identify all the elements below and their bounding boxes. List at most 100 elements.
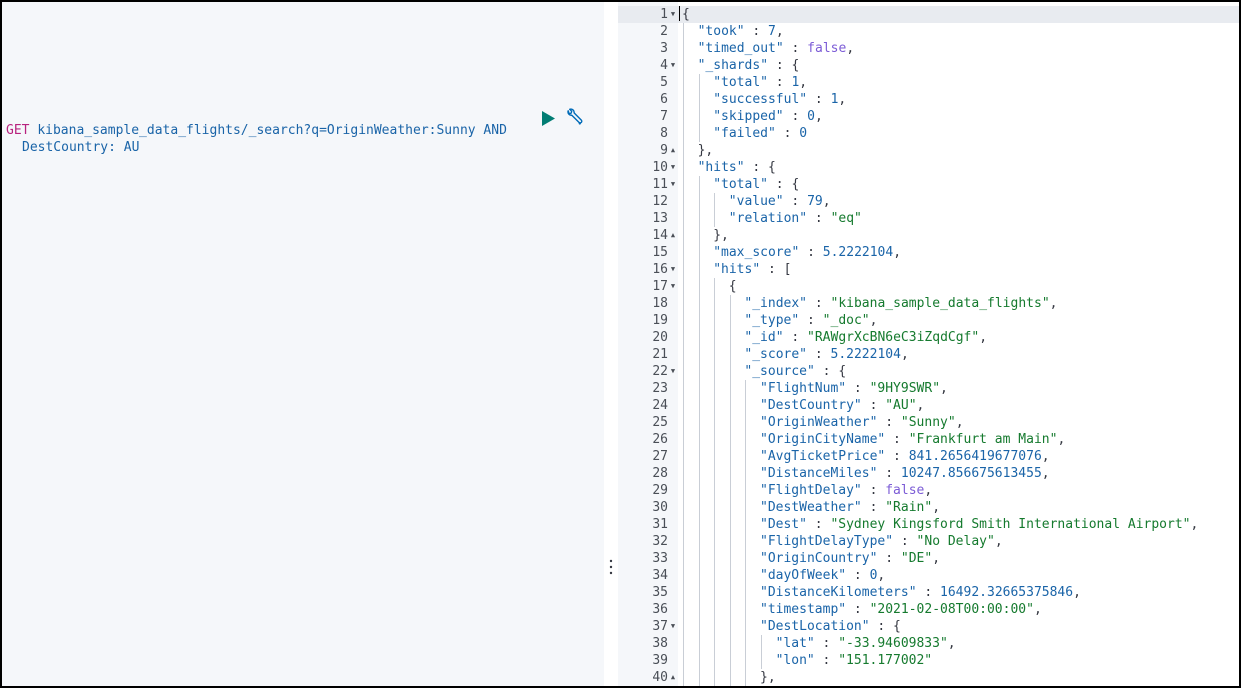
token: : [775, 126, 800, 141]
fold-arrow-down-icon[interactable]: ▼ [668, 278, 678, 295]
token: { [728, 279, 737, 294]
code-text: "timed_out" : false, [698, 40, 855, 57]
token: : [783, 109, 808, 124]
token: 79 [807, 194, 823, 209]
indent-guide [761, 635, 762, 669]
token: "relation" [728, 211, 808, 226]
indent-guide [698, 74, 700, 142]
request-line-2[interactable]: DestCountry: AU [22, 139, 139, 156]
token: "hits" [697, 160, 745, 175]
fold-arrow-up-icon[interactable]: ▲ [668, 142, 678, 159]
fold-arrow-up-icon[interactable]: ▲ [668, 227, 678, 244]
token: "timed_out" [697, 41, 784, 56]
code-line: 36 "timestamp" : "2021-02-08T00:00:00", [618, 601, 1239, 618]
token: "total" [713, 177, 768, 192]
token: 841.2656419677076 [908, 449, 1042, 464]
token: "_score" [744, 347, 808, 362]
code-line: 32 "FlightDelayType" : "No Delay", [618, 533, 1239, 550]
line-number: 7 [660, 109, 668, 124]
token: , [955, 415, 964, 430]
code-line: 15 "max_score" : 5.2222104, [618, 244, 1239, 261]
code-text: "OriginCountry" : "DE", [760, 550, 940, 567]
token: , [1073, 585, 1081, 600]
token: "Dest" [760, 517, 807, 532]
line-number: 21 [652, 347, 668, 362]
request-line-1[interactable]: GET kibana_sample_data_flights/_search?q… [6, 122, 507, 139]
fold-arrow-down-icon[interactable]: ▼ [668, 363, 678, 380]
fold-arrow-down-icon[interactable]: ▼ [668, 6, 678, 23]
line-number: 37 [652, 619, 668, 634]
token: "lon" [775, 653, 815, 668]
fold-arrow-up-icon[interactable]: ▲ [668, 669, 678, 686]
code-line: 7 "skipped" : 0, [618, 108, 1239, 125]
token: , [869, 313, 878, 328]
token: , [1190, 517, 1199, 532]
token: : { [869, 619, 901, 634]
token: : [807, 92, 831, 107]
code-text: "skipped" : 0, [713, 108, 823, 125]
token: "Sunny" [900, 415, 956, 430]
token: , [846, 41, 855, 56]
code-text: "hits" : { [698, 159, 776, 176]
code-line: 14 ▲}, [618, 227, 1239, 244]
line-number: 10 [652, 160, 668, 175]
code-line: 33 "OriginCountry" : "DE", [618, 550, 1239, 567]
code-text: }, [713, 227, 729, 244]
token: , [947, 636, 956, 651]
fold-arrow-down-icon[interactable]: ▼ [668, 618, 678, 635]
drag-handle-icon[interactable] [608, 557, 614, 577]
code-line: 25 "OriginWeather" : "Sunny", [618, 414, 1239, 431]
token: "FlightNum" [760, 381, 847, 396]
line-number: 23 [652, 381, 668, 396]
line-number: 16 [652, 262, 668, 277]
code-line: 40 ▲}, [618, 669, 1239, 686]
token: : [861, 398, 886, 413]
token: "max_score" [713, 245, 800, 260]
token: "FlightDelay" [760, 483, 862, 498]
token: "DistanceMiles" [760, 466, 878, 481]
token: , [1033, 602, 1042, 617]
line-number: 1 [660, 7, 668, 22]
fold-arrow-down-icon[interactable]: ▼ [668, 176, 678, 193]
token: : [846, 381, 870, 396]
token: : [ [760, 262, 792, 277]
code-line: 5 "total" : 1, [618, 74, 1239, 91]
fold-arrow-down-icon[interactable]: ▼ [668, 57, 678, 74]
line-number: 13 [652, 211, 668, 226]
code-text: "FlightDelayType" : "No Delay", [760, 533, 1003, 550]
line-number: 25 [652, 415, 668, 430]
indent-guide [729, 295, 731, 686]
token: : { [814, 364, 847, 379]
play-icon[interactable] [540, 110, 556, 127]
response-viewer[interactable]: 1 ▼{2 "took" : 7, 3 "timed_out" : false, 4 ▼ "_… [618, 2, 1239, 686]
code-text: "FlightDelay" : false, [760, 482, 932, 499]
line-number: 19 [652, 313, 668, 328]
fold-arrow-down-icon[interactable]: ▼ [668, 159, 678, 176]
request-url-part-2: DestCountry: AU [22, 140, 140, 155]
token: "kibana_sample_data_flights" [830, 296, 1050, 311]
line-number: 12 [652, 194, 668, 209]
code-text: "DistanceMiles" : 10247.856675613455, [760, 465, 1050, 482]
token: "dayOfWeek" [760, 568, 847, 583]
token: : [799, 245, 823, 260]
token: : [885, 432, 909, 447]
token: "AU" [885, 398, 917, 413]
token: : [916, 585, 941, 600]
token: "total" [713, 75, 768, 90]
token: 5.2222104 [822, 245, 894, 260]
line-number: 27 [652, 449, 668, 464]
line-number: 32 [652, 534, 668, 549]
code-line: 35 "DistanceKilometers" : 16492.326653758… [618, 584, 1239, 601]
indent-guide [698, 176, 700, 686]
token: , [799, 75, 808, 90]
fold-arrow-down-icon[interactable]: ▼ [668, 261, 678, 278]
token: : [893, 534, 917, 549]
code-line: 30 "DestWeather" : "Rain", [618, 499, 1239, 516]
token: , [932, 551, 941, 566]
token: , [775, 24, 784, 39]
request-editor[interactable]: GET kibana_sample_data_flights/_search?q… [2, 2, 604, 686]
pane-resizer[interactable] [604, 2, 618, 686]
line-number: 40 [652, 670, 668, 685]
code-text: "_type" : "_doc", [744, 312, 877, 329]
wrench-icon[interactable] [564, 108, 584, 128]
